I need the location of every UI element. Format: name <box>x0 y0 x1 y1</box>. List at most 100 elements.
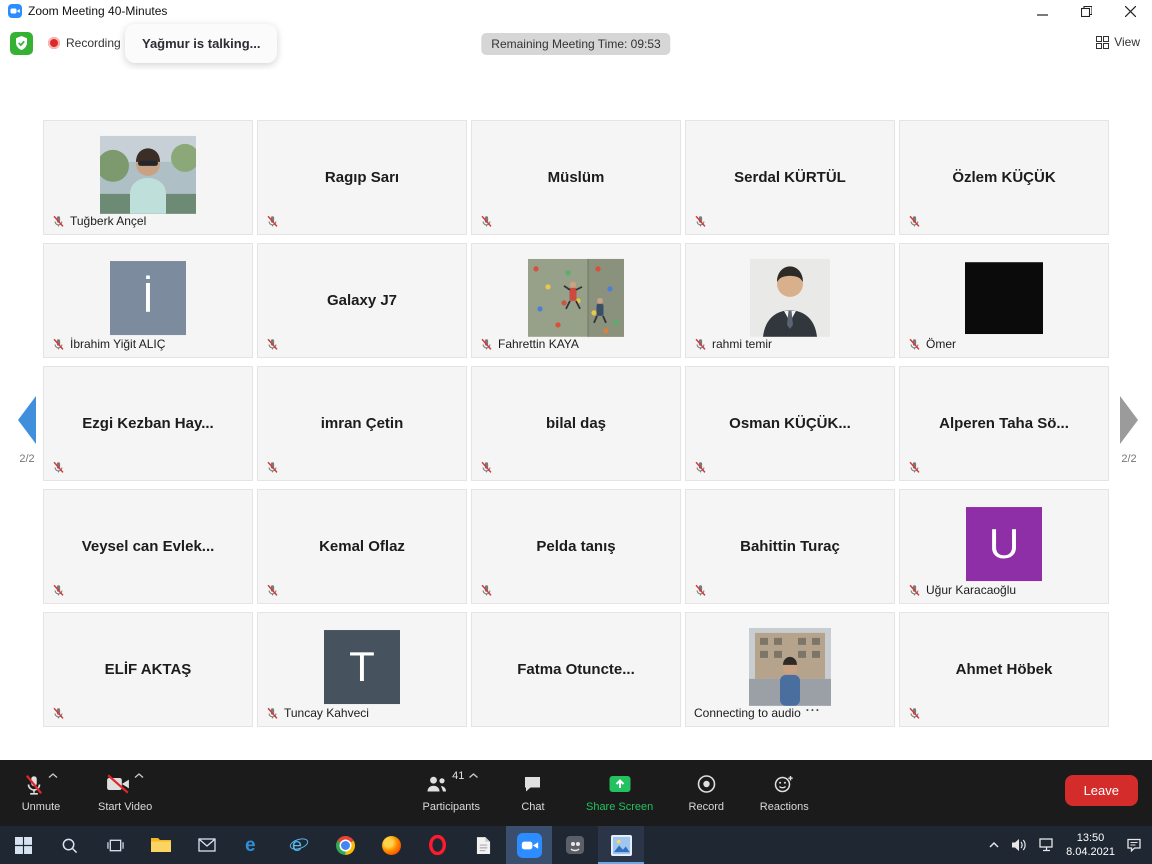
taskbar-zoom-icon[interactable] <box>506 826 552 864</box>
participant-tile[interactable]: Özlem KÜÇÜK <box>899 120 1109 235</box>
participant-name: Ömer <box>926 337 956 351</box>
participant-label: İbrahim Yiğit ALIÇ <box>52 337 165 351</box>
participant-tile[interactable]: ELİF AKTAŞ <box>43 612 253 727</box>
participant-label <box>694 215 707 228</box>
taskbar-document-icon[interactable] <box>460 826 506 864</box>
participant-tile[interactable]: Fahrettin KAYA <box>471 243 681 358</box>
network-icon[interactable] <box>1039 838 1055 852</box>
taskbar-file-explorer-icon[interactable] <box>138 826 184 864</box>
participant-tile[interactable]: Veysel can Evlek... <box>43 489 253 604</box>
tile-menu-icon[interactable]: ··· <box>806 703 821 717</box>
participant-tile[interactable]: Tuğberk Ançel <box>43 120 253 235</box>
participants-count: 41 <box>452 770 464 782</box>
minimize-button[interactable] <box>1020 0 1064 22</box>
record-button[interactable]: Record <box>675 760 737 826</box>
participant-tile[interactable]: Serdal KÜRTÜL <box>685 120 895 235</box>
participant-tile[interactable]: Ezgi Kezban Hay... <box>43 366 253 481</box>
taskbar-opera-icon[interactable] <box>414 826 460 864</box>
participant-tile[interactable]: rahmi temir <box>685 243 895 358</box>
participant-tile[interactable]: UUğur Karacaoğlu <box>899 489 1109 604</box>
leave-button[interactable]: Leave <box>1065 775 1138 806</box>
participant-name: Galaxy J7 <box>258 244 466 357</box>
participant-label <box>52 461 65 474</box>
encryption-shield-icon[interactable] <box>10 32 33 55</box>
chevron-right-icon <box>1120 396 1138 444</box>
participants-label: Participants <box>423 801 480 813</box>
taskbar-firefox-icon[interactable] <box>368 826 414 864</box>
taskbar-photos-icon[interactable] <box>598 826 644 864</box>
recording-indicator: Recording <box>48 36 121 50</box>
taskbar-task-view-icon[interactable] <box>92 826 138 864</box>
participant-tile[interactable]: imran Çetin <box>257 366 467 481</box>
taskbar-graphics-app-icon[interactable] <box>552 826 598 864</box>
participant-tile[interactable]: Ragıp Sarı <box>257 120 467 235</box>
audio-options-chevron[interactable] <box>48 772 58 780</box>
taskbar-search-icon[interactable] <box>46 826 92 864</box>
participant-tile[interactable]: TTuncay Kahveci <box>257 612 467 727</box>
next-page-button[interactable]: 2/2 <box>1112 396 1146 465</box>
recording-label: Recording <box>66 36 121 50</box>
svg-text:e: e <box>245 835 256 855</box>
participant-tile[interactable]: Connecting to audio··· <box>685 612 895 727</box>
toolbar-left-group: Unmute Start Video <box>10 760 158 826</box>
muted-mic-icon <box>52 338 65 351</box>
participant-tile[interactable]: Alperen Taha Sö... <box>899 366 1109 481</box>
close-button[interactable] <box>1108 0 1152 22</box>
volume-icon[interactable] <box>1011 838 1028 852</box>
muted-mic-icon <box>266 707 279 720</box>
chat-label: Chat <box>521 801 544 813</box>
reactions-icon <box>774 774 795 794</box>
participant-name: Fatma Otuncte... <box>472 613 680 726</box>
participant-name: Bahittin Turaç <box>686 490 894 603</box>
restore-button[interactable] <box>1064 0 1108 22</box>
unmute-label: Unmute <box>22 801 61 813</box>
start-video-button[interactable]: Start Video <box>92 760 158 826</box>
participant-tile[interactable]: Kemal Oflaz <box>257 489 467 604</box>
action-center-icon[interactable] <box>1126 838 1142 852</box>
reactions-button[interactable]: Reactions <box>753 760 815 826</box>
muted-mic-icon <box>908 338 921 351</box>
taskbar-chrome-icon[interactable] <box>322 826 368 864</box>
unmute-button[interactable]: Unmute <box>10 760 72 826</box>
participant-label: Connecting to audio··· <box>694 706 821 720</box>
participant-label <box>480 215 493 228</box>
participant-tile[interactable]: İ İbrahim Yiğit ALIÇ <box>43 243 253 358</box>
participant-tile[interactable]: Galaxy J7 <box>257 243 467 358</box>
participant-video <box>100 135 196 213</box>
hidden-icons-chevron-icon[interactable] <box>988 840 1000 850</box>
participant-tile[interactable]: Bahittin Turaç <box>685 489 895 604</box>
view-button[interactable]: View <box>1096 35 1140 49</box>
taskbar-mail-icon[interactable] <box>184 826 230 864</box>
taskbar-edge-icon[interactable]: e <box>230 826 276 864</box>
participants-button[interactable]: 41 Participants <box>417 760 486 826</box>
muted-mic-icon <box>266 584 279 597</box>
avatar-letter: İ <box>110 261 186 335</box>
taskbar-internet-explorer-icon[interactable]: e <box>276 826 322 864</box>
taskbar-clock[interactable]: 13:50 8.04.2021 <box>1066 831 1115 860</box>
video-options-chevron[interactable] <box>134 772 144 780</box>
participant-name: Müslüm <box>472 121 680 234</box>
tray-time: 13:50 <box>1066 831 1115 845</box>
share-screen-button[interactable]: Share Screen <box>580 760 659 826</box>
participant-label <box>52 707 65 720</box>
previous-page-button[interactable]: 2/2 <box>10 396 44 465</box>
participant-name: Alperen Taha Sö... <box>900 367 1108 480</box>
participant-tile[interactable]: bilal daş <box>471 366 681 481</box>
participant-tile[interactable]: Osman KÜÇÜK... <box>685 366 895 481</box>
participant-tile[interactable]: Ahmet Höbek <box>899 612 1109 727</box>
taskbar-start-icon[interactable] <box>0 826 46 864</box>
muted-mic-icon <box>266 461 279 474</box>
participant-tile[interactable]: Fatma Otuncte... <box>471 612 681 727</box>
chat-button[interactable]: Chat <box>502 760 564 826</box>
participant-tile[interactable]: Ömer <box>899 243 1109 358</box>
recording-dot-icon <box>48 37 60 49</box>
participant-tile[interactable]: Pelda tanış <box>471 489 681 604</box>
participant-name: Tuğberk Ançel <box>70 214 146 228</box>
participants-options-chevron[interactable] <box>468 772 478 780</box>
participant-label <box>480 461 493 474</box>
participant-tile[interactable]: Müslüm <box>471 120 681 235</box>
chevron-left-icon <box>18 396 36 444</box>
remaining-time-badge: Remaining Meeting Time: 09:53 <box>481 33 670 55</box>
tray-date: 8.04.2021 <box>1066 845 1115 859</box>
participant-name: ELİF AKTAŞ <box>44 613 252 726</box>
